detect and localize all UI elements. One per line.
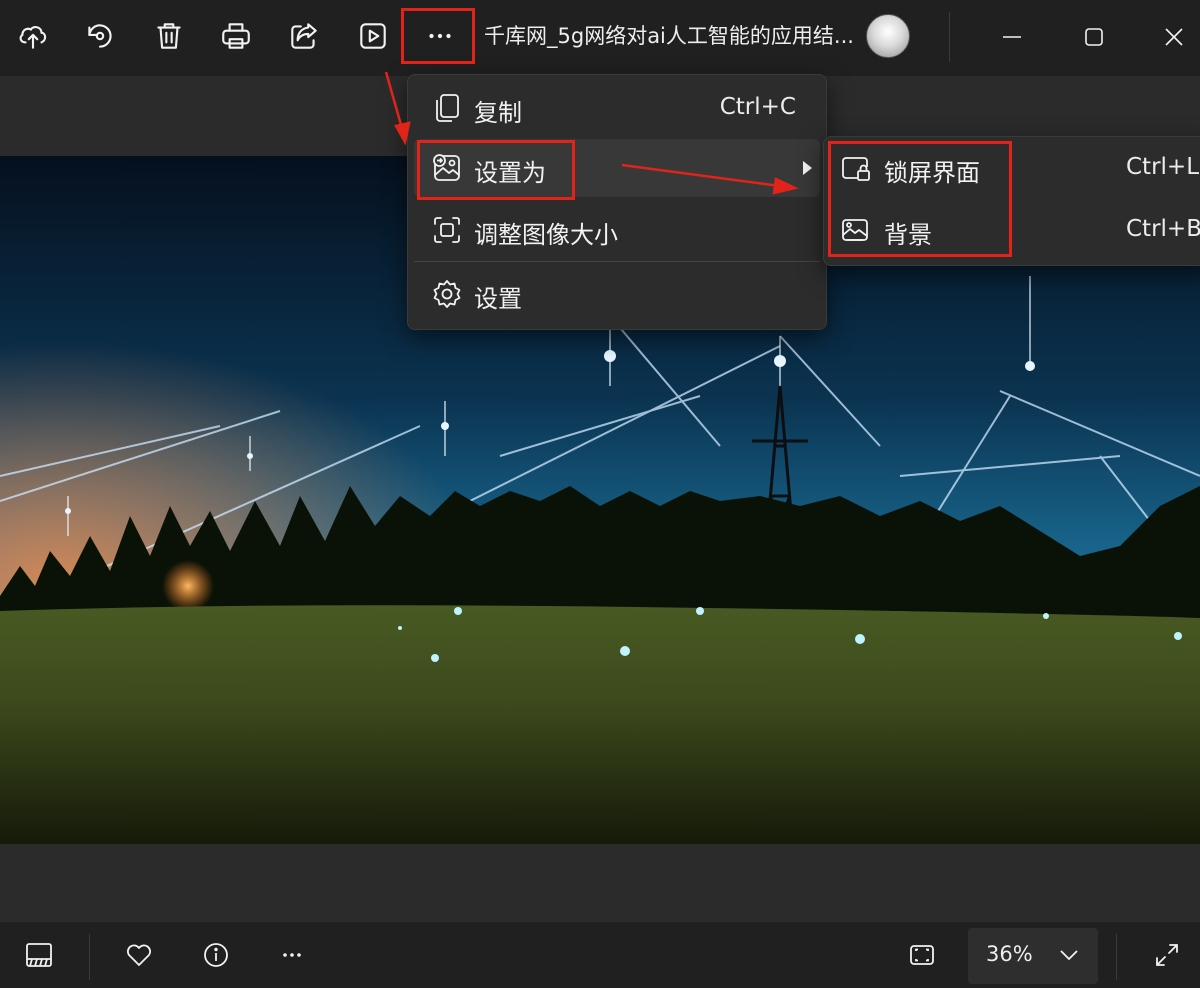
resize-icon [434,217,460,243]
bottom-divider-right [1116,934,1117,980]
zoom-value: 36% [986,942,1033,966]
maximize-button[interactable] [1071,14,1117,60]
minimize-button[interactable] [989,14,1035,60]
bottom-toolbar: 36% [0,922,1200,988]
minimize-icon [1003,36,1021,38]
slideshow-icon [360,23,386,49]
rotate-icon [88,24,112,48]
annotation-box-more [401,8,475,64]
zoom-dropdown[interactable]: 36% [968,928,1098,984]
menu-item-settings[interactable]: 设置 [414,265,820,323]
filmstrip-button[interactable] [16,932,62,978]
favorite-icon [127,944,151,966]
annotation-box-submenu [828,141,1012,257]
menu-item-label: 设置 [474,285,522,313]
copy-icon [436,94,459,122]
filmstrip-icon [26,943,52,967]
menu-item-resize[interactable]: 调整图像大小 [414,201,820,259]
delete-icon [157,23,181,49]
fit-window-icon [910,945,934,965]
print-button[interactable] [214,14,258,58]
menu-item-label: 调整图像大小 [474,221,618,249]
menu-item-label: 复制 [474,99,522,127]
bottom-more-button[interactable] [269,932,315,978]
upload-icon [19,26,47,49]
fullscreen-icon [1156,944,1178,966]
info-icon [204,943,228,967]
menu-divider [414,261,820,262]
close-button[interactable] [1151,14,1197,60]
viewer-bottom-margin [0,844,1200,922]
info-button[interactable] [193,932,239,978]
slideshow-button[interactable] [351,14,395,58]
file-title: 千库网_5g网络对ai人工智能的应用结... [484,24,854,48]
more-options-menu: 复制 Ctrl+C 设置为 调整图像大小 设置 [407,74,827,330]
more-icon [283,953,301,957]
share-button[interactable] [282,14,326,58]
chevron-down-icon [1060,950,1078,961]
favorite-button[interactable] [116,932,162,978]
submenu-item-shortcut: Ctrl+L [1126,154,1200,180]
menu-item-shortcut: Ctrl+C [719,94,796,120]
fit-window-button[interactable] [899,932,945,978]
submenu-item-shortcut: Ctrl+B [1126,216,1200,242]
settings-icon [433,280,461,308]
menu-item-copy[interactable]: 复制 Ctrl+C [414,79,820,137]
upload-button[interactable] [11,14,55,58]
maximize-icon [1085,28,1103,46]
rotate-button[interactable] [78,14,122,58]
close-icon [1165,28,1183,46]
fullscreen-button[interactable] [1144,932,1190,978]
annotation-box-set-as [417,140,575,200]
account-avatar[interactable] [866,14,910,58]
bottom-divider [89,934,90,980]
print-icon [222,23,250,49]
submenu-arrow-icon [803,161,812,175]
share-icon [291,23,317,49]
delete-button[interactable] [147,14,191,58]
top-toolbar: 千库网_5g网络对ai人工智能的应用结... [0,0,1200,76]
toolbar-divider [949,12,950,62]
